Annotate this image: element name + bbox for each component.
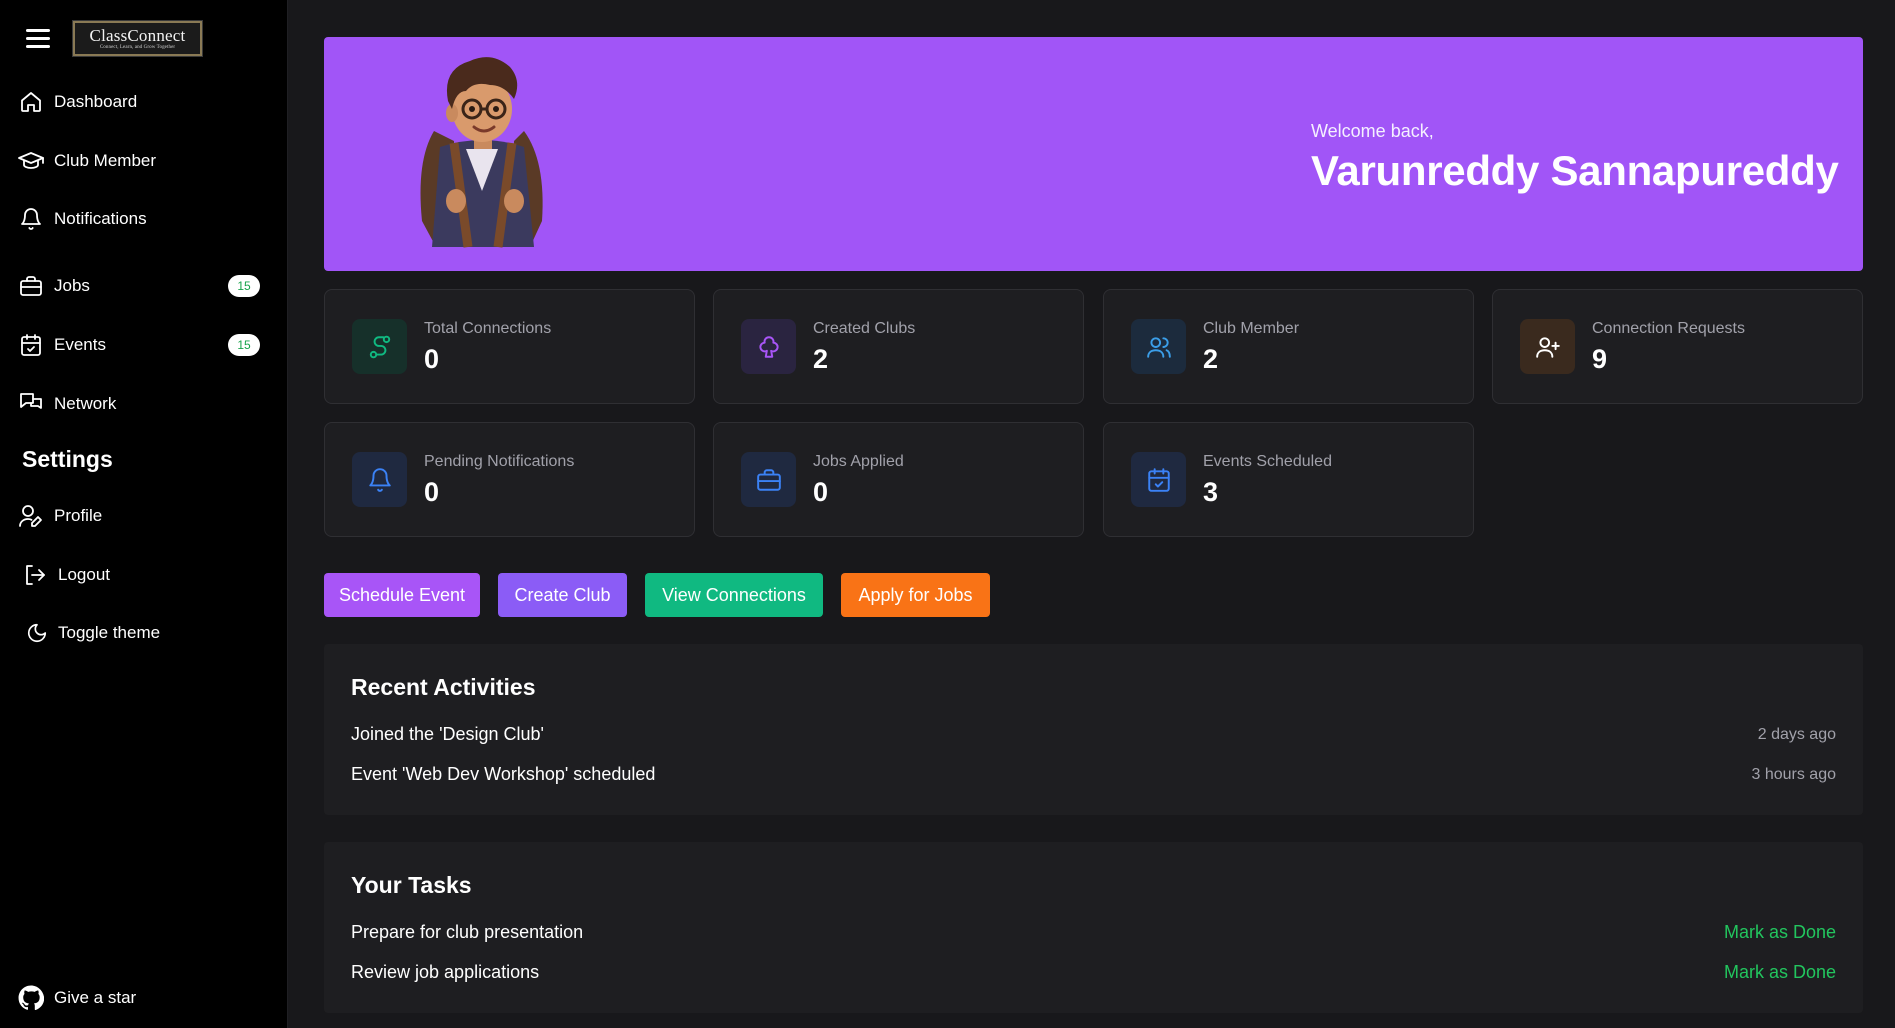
activity-text: Event 'Web Dev Workshop' scheduled xyxy=(351,764,656,784)
activity-time: 3 hours ago xyxy=(1751,766,1836,783)
logout-button[interactable]: Logout xyxy=(0,555,288,595)
student-avatar-illustration xyxy=(420,57,543,248)
stat-card-connection-requests[interactable]: Connection Requests 9 xyxy=(1492,289,1863,404)
user-plus-icon xyxy=(1520,319,1575,374)
welcome-banner: Welcome back, Varunreddy Sannapureddy xyxy=(324,37,1863,271)
task-text: Review job applications xyxy=(351,962,540,982)
bell-icon xyxy=(352,452,407,507)
welcome-greeting: Welcome back, xyxy=(1311,121,1434,141)
stat-card-pending-notifications[interactable]: Pending Notifications 0 xyxy=(324,422,695,537)
club-icon xyxy=(741,319,796,374)
mark-as-done-button[interactable]: Mark as Done xyxy=(1724,962,1836,983)
user-name: Varunreddy Sannapureddy xyxy=(1311,147,1839,194)
stat-value: 2 xyxy=(1203,344,1219,374)
stat-value: 2 xyxy=(813,344,829,374)
graduation-cap-icon xyxy=(18,148,44,174)
briefcase-icon xyxy=(18,273,44,299)
stat-card-created-clubs[interactable]: Created Clubs 2 xyxy=(713,289,1084,404)
stat-label: Connection Requests xyxy=(1592,320,1745,337)
users-icon xyxy=(1131,319,1186,374)
jobs-count-badge: 15 xyxy=(228,275,260,297)
stat-label: Events Scheduled xyxy=(1203,453,1332,470)
calendar-check-icon xyxy=(18,332,44,358)
sidebar-item-label: Logout xyxy=(58,565,110,584)
logo-title: ClassConnect xyxy=(89,25,186,45)
sidebar-item-network[interactable]: Network xyxy=(0,384,288,424)
sidebar-item-label: Club Member xyxy=(54,151,157,170)
sidebar: ClassConnect Connect, Learn, and Grow To… xyxy=(0,0,288,1028)
sidebar-item-label: Events xyxy=(54,335,106,354)
activity-text: Joined the 'Design Club' xyxy=(351,724,544,744)
toggle-theme-button[interactable]: Toggle theme xyxy=(0,613,288,653)
stat-label: Created Clubs xyxy=(813,320,916,337)
logout-icon xyxy=(22,562,48,588)
stat-value: 3 xyxy=(1203,477,1219,507)
sidebar-item-notifications[interactable]: Notifications xyxy=(0,199,288,239)
user-pen-icon xyxy=(18,503,44,529)
create-club-button[interactable]: Create Club xyxy=(498,573,627,617)
sidebar-item-jobs[interactable]: Jobs 15 xyxy=(0,266,288,306)
stat-label: Pending Notifications xyxy=(424,453,575,470)
sidebar-item-label: Dashboard xyxy=(54,92,138,111)
stat-card-jobs-applied[interactable]: Jobs Applied 0 xyxy=(713,422,1084,537)
mark-as-done-button[interactable]: Mark as Done xyxy=(1724,922,1836,943)
activity-time: 2 days ago xyxy=(1757,726,1836,743)
recent-activities-panel: Recent Activities Joined the 'Design Clu… xyxy=(324,644,1863,815)
sidebar-item-club-member[interactable]: Club Member xyxy=(0,141,288,181)
home-icon xyxy=(18,89,44,115)
messages-icon xyxy=(18,391,44,417)
settings-heading: Settings xyxy=(22,446,113,472)
stat-label: Total Connections xyxy=(424,320,552,337)
stat-card-club-member[interactable]: Club Member 2 xyxy=(1103,289,1474,404)
sidebar-item-label: Network xyxy=(54,394,117,413)
panel-title: Recent Activities xyxy=(351,674,536,700)
moon-icon xyxy=(24,620,50,646)
sidebar-item-profile[interactable]: Profile xyxy=(0,496,288,536)
sidebar-item-label: Give a star xyxy=(54,988,137,1007)
events-count-badge: 15 xyxy=(228,334,260,356)
sidebar-item-label: Toggle theme xyxy=(58,623,161,642)
sidebar-item-events[interactable]: Events 15 xyxy=(0,325,288,365)
stat-label: Club Member xyxy=(1203,320,1300,337)
stat-card-total-connections[interactable]: Total Connections 0 xyxy=(324,289,695,404)
stat-label: Jobs Applied xyxy=(813,453,904,470)
sidebar-item-dashboard[interactable]: Dashboard xyxy=(0,82,288,122)
sidebar-item-label: Notifications xyxy=(54,209,147,228)
stat-value: 9 xyxy=(1592,344,1608,374)
bell-icon xyxy=(18,206,44,232)
your-tasks-panel: Your Tasks Prepare for club presentation… xyxy=(324,842,1863,1013)
calendar-check-icon xyxy=(1131,452,1186,507)
panel-title: Your Tasks xyxy=(351,872,472,898)
stat-value: 0 xyxy=(424,344,440,374)
schedule-event-button[interactable]: Schedule Event xyxy=(324,573,480,617)
stat-value: 0 xyxy=(424,477,440,507)
stat-value: 0 xyxy=(813,477,829,507)
apply-for-jobs-button[interactable]: Apply for Jobs xyxy=(841,573,990,617)
give-a-star-link[interactable]: Give a star xyxy=(0,978,288,1018)
sidebar-item-label: Jobs xyxy=(54,276,90,295)
stat-card-events-scheduled[interactable]: Events Scheduled 3 xyxy=(1103,422,1474,537)
github-icon xyxy=(18,985,44,1011)
briefcase-icon xyxy=(741,452,796,507)
logo-tagline: Connect, Learn, and Grow Together xyxy=(99,44,176,50)
menu-icon[interactable] xyxy=(26,29,50,49)
logo[interactable]: ClassConnect Connect, Learn, and Grow To… xyxy=(72,20,203,57)
route-icon xyxy=(352,319,407,374)
sidebar-item-label: Profile xyxy=(54,506,103,525)
task-text: Prepare for club presentation xyxy=(351,922,584,942)
view-connections-button[interactable]: View Connections xyxy=(645,573,823,617)
